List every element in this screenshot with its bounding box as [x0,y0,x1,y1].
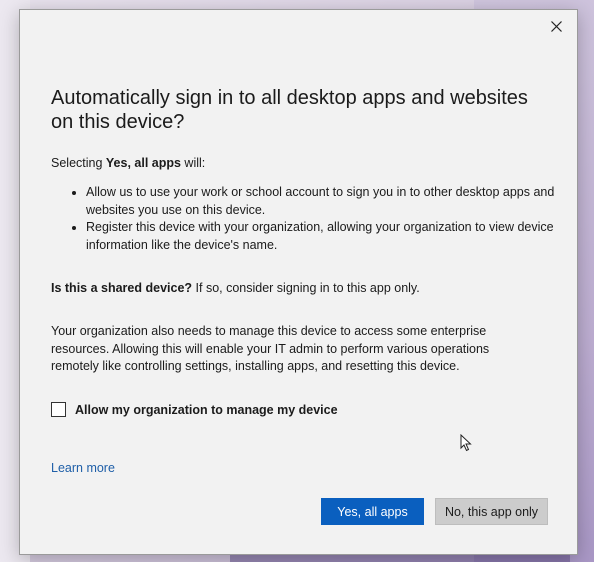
selecting-suffix: will: [180,156,206,170]
yes-all-apps-button[interactable]: Yes, all apps [321,498,424,525]
manage-device-option[interactable]: Allow my organization to manage my devic… [51,402,338,417]
manage-device-paragraph: Your organization also needs to manage t… [51,324,490,373]
sign-in-dialog: Automatically sign in to all desktop app… [19,9,578,555]
dialog-title: Automatically sign in to all desktop app… [51,87,528,133]
manage-device-checkbox-label[interactable]: Allow my organization to manage my devic… [75,403,338,417]
manage-device-checkbox[interactable] [51,402,66,417]
selecting-bold: Yes, all apps [105,156,181,170]
consequence-item-register: Register this device with your organizat… [86,219,566,254]
mouse-pointer-icon [460,434,472,452]
consequence-item-sso: Allow us to use your work or school acco… [86,184,566,219]
selecting-intro: Selecting Yes, all apps will: [51,155,205,173]
selecting-prefix: Selecting [51,156,106,170]
no-this-app-only-button[interactable]: No, this app only [435,498,548,525]
consequence-list: Allow us to use your work or school acco… [71,184,566,254]
shared-device-note: Is this a shared device? If so, consider… [51,280,420,298]
learn-more-link[interactable]: Learn more [51,461,115,475]
close-icon [550,20,562,32]
shared-device-text: If so, consider signing in to this app o… [192,281,420,295]
shared-device-question: Is this a shared device? [51,281,193,295]
close-button[interactable] [545,15,567,37]
